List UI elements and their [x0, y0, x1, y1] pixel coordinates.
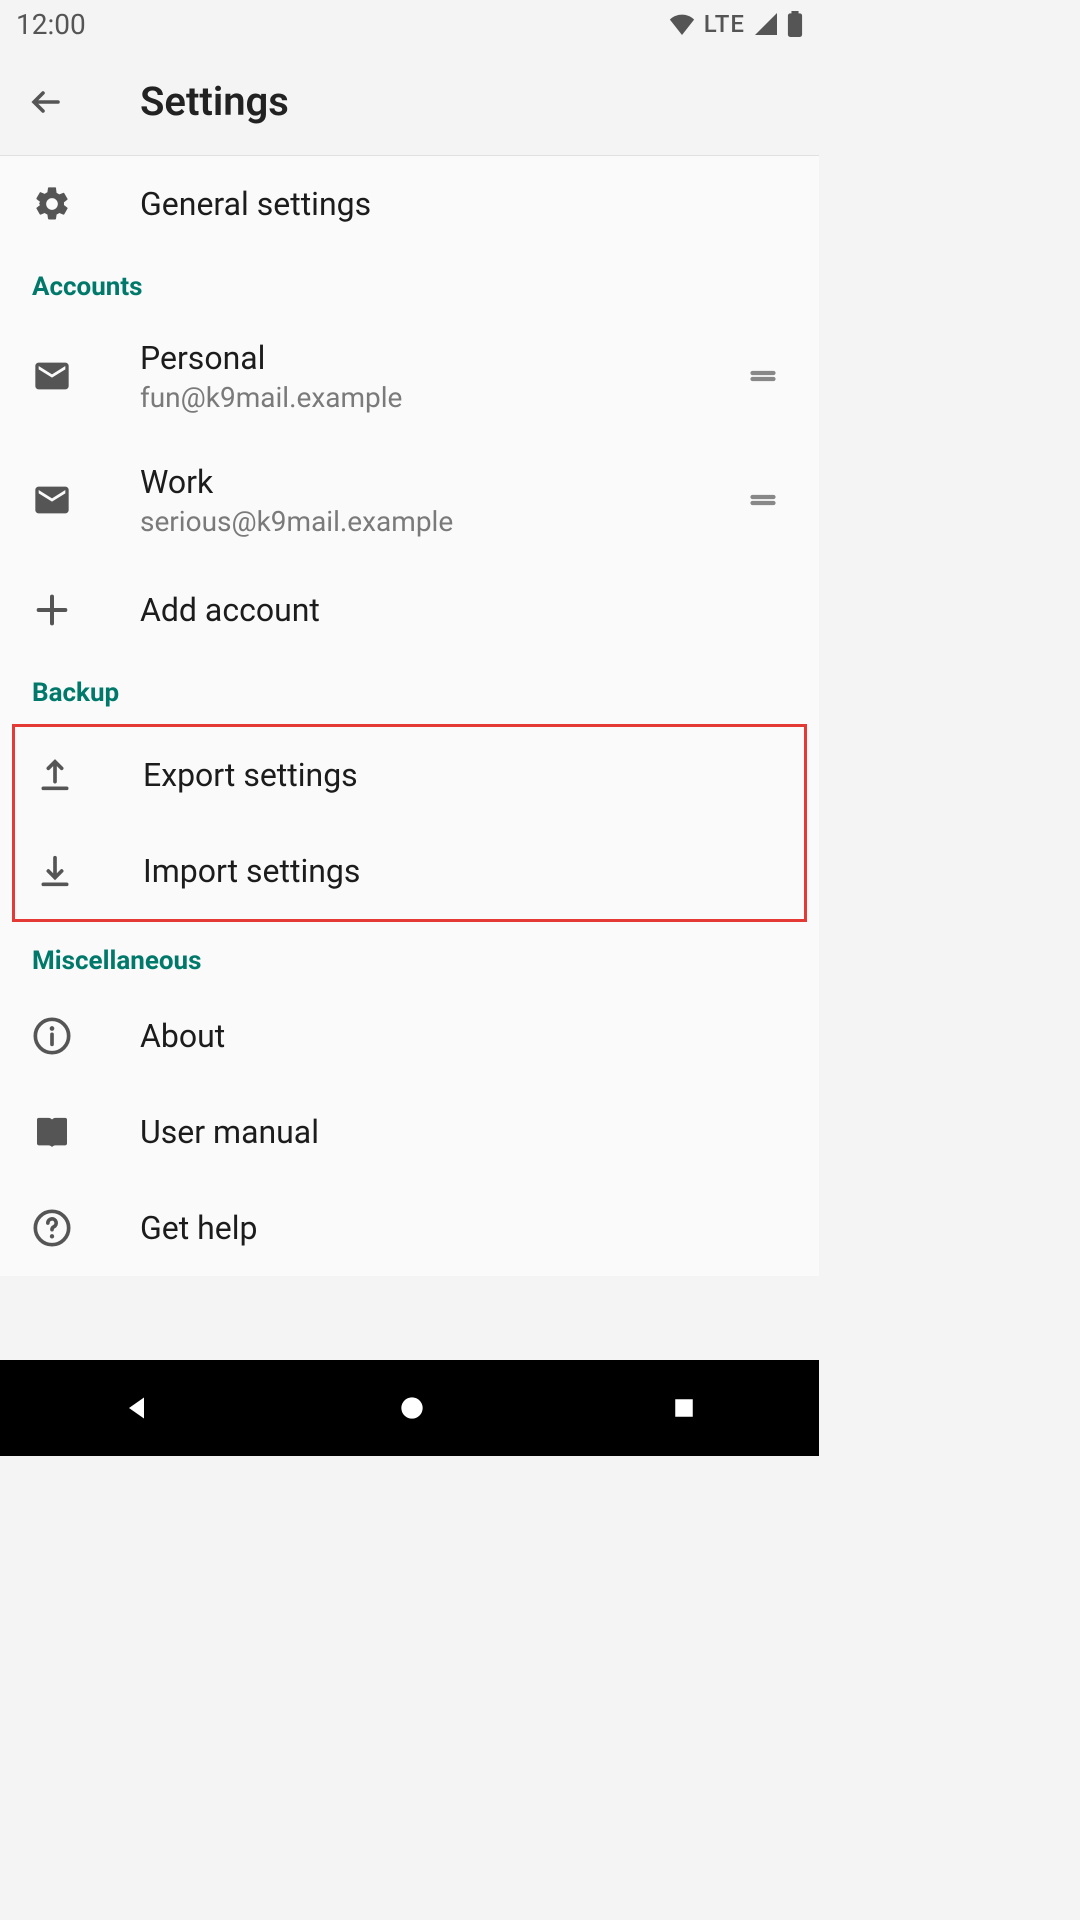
book-icon: [32, 1112, 72, 1152]
export-settings-label: Export settings: [143, 756, 772, 794]
user-manual-label: User manual: [140, 1113, 787, 1151]
account-email: serious@k9mail.example: [140, 505, 739, 538]
info-icon: [32, 1016, 72, 1056]
about-item[interactable]: About: [0, 988, 819, 1084]
settings-content: General settings Accounts Personal fun@k…: [0, 156, 819, 1276]
backup-highlight: Export settings Import settings: [12, 724, 807, 922]
account-email: fun@k9mail.example: [140, 381, 739, 414]
back-button[interactable]: [28, 84, 84, 120]
about-label: About: [140, 1017, 787, 1055]
clock: 12:00: [16, 8, 86, 41]
mail-icon: [32, 480, 72, 520]
gear-icon: [32, 184, 72, 224]
battery-icon: [787, 11, 803, 37]
help-icon: [32, 1208, 72, 1248]
nav-recent-button[interactable]: [669, 1393, 699, 1423]
download-icon: [35, 851, 75, 891]
import-settings-label: Import settings: [143, 852, 772, 890]
account-name: Personal: [140, 339, 739, 377]
account-item-work[interactable]: Work serious@k9mail.example: [0, 438, 819, 562]
backup-section-header: Backup: [0, 658, 819, 720]
cellular-label: LTE: [704, 10, 745, 38]
app-bar: Settings: [0, 48, 819, 156]
signal-icon: [753, 13, 779, 35]
user-manual-item[interactable]: User manual: [0, 1084, 819, 1180]
upload-icon: [35, 755, 75, 795]
nav-back-button[interactable]: [120, 1390, 156, 1426]
drag-handle[interactable]: [739, 482, 787, 518]
general-settings-label: General settings: [140, 185, 787, 223]
general-settings-item[interactable]: General settings: [0, 156, 819, 252]
account-name: Work: [140, 463, 739, 501]
mail-icon: [32, 356, 72, 396]
status-bar: 12:00 LTE: [0, 0, 819, 48]
get-help-label: Get help: [140, 1209, 787, 1247]
misc-section-header: Miscellaneous: [0, 926, 819, 988]
wifi-icon: [668, 13, 696, 35]
nav-bar: [0, 1360, 819, 1456]
get-help-item[interactable]: Get help: [0, 1180, 819, 1276]
account-item-personal[interactable]: Personal fun@k9mail.example: [0, 314, 819, 438]
drag-handle[interactable]: [739, 358, 787, 394]
import-settings-item[interactable]: Import settings: [15, 823, 804, 919]
export-settings-item[interactable]: Export settings: [15, 727, 804, 823]
accounts-section-header: Accounts: [0, 252, 819, 314]
page-title: Settings: [140, 78, 289, 125]
status-icons: LTE: [668, 10, 803, 38]
plus-icon: [32, 590, 72, 630]
add-account-label: Add account: [140, 591, 787, 629]
nav-home-button[interactable]: [396, 1392, 428, 1424]
add-account-item[interactable]: Add account: [0, 562, 819, 658]
